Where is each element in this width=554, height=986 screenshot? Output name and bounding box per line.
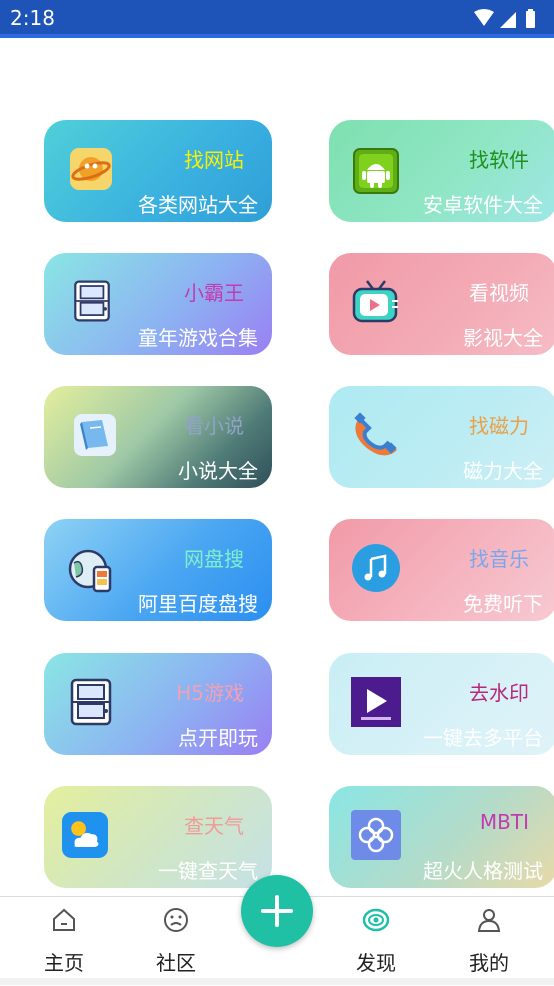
card-find-music[interactable]: 找音乐 免费听下 [329,519,554,621]
card-title: 查天气 [184,814,244,838]
card-title: 网盘搜 [184,547,244,571]
card-find-magnet[interactable]: 找磁力 磁力大全 [329,386,554,488]
card-subtitle: 免费听下 [463,592,543,616]
card-title: 找网站 [184,148,244,172]
face-icon [164,908,188,932]
card-title: 找软件 [469,148,529,172]
card-h5-games[interactable]: H5游戏 点开即玩 [44,653,272,755]
game-console-icon [74,280,110,322]
nav-community-label: 社区 [156,951,196,975]
nav-mine[interactable]: 我的 [444,897,534,986]
nav-mine-label: 我的 [469,951,509,975]
card-title: 看视频 [469,281,529,305]
battery-icon [526,11,535,28]
home-icon [53,908,75,931]
planet-icon [70,148,112,190]
card-read-novel[interactable]: 看小说 小说大全 [44,386,272,488]
card-title: 看小说 [184,414,244,438]
add-button[interactable] [241,875,313,947]
card-title: 小霸王 [184,281,244,305]
android-icon [353,148,399,194]
card-watch-video[interactable]: 看视频 影视大全 [329,253,554,355]
weather-icon [62,812,108,858]
game-console-icon [70,678,112,726]
watermark-app-icon [351,677,401,727]
card-subtitle: 超火人格测试 [423,859,543,883]
signal-icon [500,12,516,28]
nav-home[interactable]: 主页 [19,897,109,986]
magnet-icon [354,412,397,456]
tv-icon [352,280,398,323]
wifi-icon [474,9,494,26]
book-icon [74,414,116,456]
card-find-website[interactable]: 找网站 各类网站大全 [44,120,272,222]
cloud-drive-icon [68,549,112,593]
card-subtitle: 安卓软件大全 [423,193,543,217]
status-bar: 2:18 [0,0,554,38]
eye-icon [363,908,389,932]
nav-home-label: 主页 [44,951,84,975]
card-subtitle: 阿里百度盘搜 [138,592,258,616]
nav-community[interactable]: 社区 [131,897,221,986]
card-cloud-search[interactable]: 网盘搜 阿里百度盘搜 [44,519,272,621]
card-title: 找磁力 [469,414,529,438]
card-subtitle: 童年游戏合集 [138,326,258,350]
music-icon [352,544,400,592]
system-gesture-bar [0,978,554,985]
plus-icon [261,895,293,927]
card-find-software[interactable]: 找软件 安卓软件大全 [329,120,554,222]
nav-discover-label: 发现 [356,951,396,975]
card-title: H5游戏 [176,681,244,705]
card-subtitle: 一键去多平台 [423,726,543,750]
card-title: 找音乐 [469,547,529,571]
card-xiaobawang[interactable]: 小霸王 童年游戏合集 [44,253,272,355]
status-time: 2:18 [10,6,55,30]
card-subtitle: 小说大全 [178,459,258,483]
card-remove-watermark[interactable]: 去水印 一键去多平台 [329,653,554,755]
card-mbti[interactable]: MBTI 超火人格测试 [329,786,554,888]
card-subtitle: 点开即玩 [178,726,258,750]
person-icon [477,909,501,932]
card-subtitle: 各类网站大全 [138,193,258,217]
card-subtitle: 影视大全 [463,326,543,350]
clover-icon [351,810,401,860]
card-subtitle: 磁力大全 [463,459,543,483]
card-title: 去水印 [469,681,529,705]
nav-discover[interactable]: 发现 [331,897,421,986]
card-check-weather[interactable]: 查天气 一键查天气 [44,786,272,888]
card-title: MBTI [479,810,529,834]
status-icons [474,9,535,28]
